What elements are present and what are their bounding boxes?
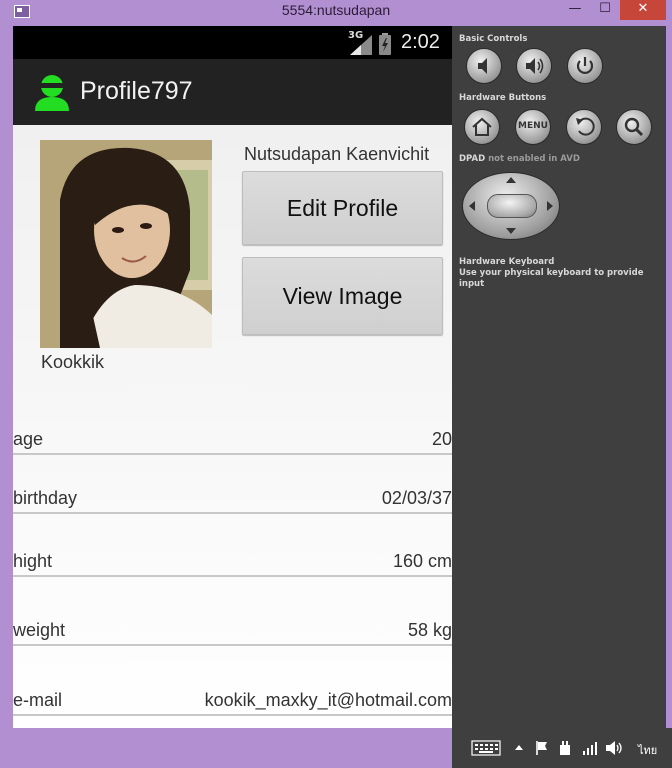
volume-down-button[interactable]	[466, 48, 502, 84]
field-value: 58 kg	[407, 620, 452, 640]
nickname-label: Kookkik	[41, 352, 105, 372]
profile-photo-image	[40, 140, 212, 348]
emulator-controls-panel: Basic Controls Hardware Buttons MENU DPA…	[452, 26, 666, 728]
dpad-note: not enabled in AVD	[488, 154, 580, 164]
field-value: kookik_maxky_it@hotmail.com	[204, 690, 452, 710]
dpad-down-icon	[506, 228, 516, 234]
volume-up-button[interactable]	[516, 48, 552, 84]
dpad-label: DPAD	[459, 154, 486, 164]
menu-button[interactable]: MENU	[515, 109, 551, 145]
field-value: 02/03/37	[381, 488, 452, 508]
field-label: e-mail	[13, 690, 63, 710]
taskbar-strip	[0, 756, 452, 768]
field-row-weight: weight 58 kg	[13, 620, 452, 646]
window-titlebar: 5554:nutsudapan — ☐ ✕	[0, 0, 672, 24]
maximize-button[interactable]: ☐	[590, 0, 620, 20]
speaker-icon[interactable]	[605, 740, 623, 756]
field-row-age: age 20	[13, 429, 452, 455]
hardware-keyboard-info: Hardware Keyboard Use your physical keyb…	[459, 257, 666, 290]
home-button[interactable]	[464, 109, 500, 145]
edit-profile-button[interactable]: Edit Profile	[242, 171, 443, 245]
field-value: 20	[431, 429, 452, 449]
battery-icon	[379, 33, 391, 55]
field-row-birthday: birthday 02/03/37	[13, 488, 452, 514]
hardware-buttons-heading: Hardware Buttons	[459, 93, 547, 103]
minimize-button[interactable]: —	[558, 0, 592, 20]
dpad-up-icon	[506, 177, 516, 183]
power-button[interactable]	[567, 48, 603, 84]
search-icon	[624, 117, 644, 137]
view-image-button[interactable]: View Image	[242, 257, 443, 335]
menu-button-label: MENU	[518, 121, 548, 131]
dpad-left-icon	[469, 201, 475, 211]
status-time: 2:02	[401, 31, 440, 53]
device-screen: 3G 2:02 Profile797 Kookkik Nutsudapan Ka…	[13, 26, 452, 728]
network-icon[interactable]	[582, 740, 598, 756]
window-bottom-frame	[0, 728, 452, 756]
close-button[interactable]: ✕	[620, 0, 666, 20]
power-plug-icon[interactable]	[558, 740, 572, 756]
keyboard-icon[interactable]	[471, 740, 501, 756]
back-icon	[576, 117, 595, 136]
full-name-label: Nutsudapan Kaenvichit	[244, 144, 430, 164]
user-icon	[35, 75, 69, 111]
profile-photo[interactable]	[40, 140, 212, 348]
action-bar: Profile797	[13, 59, 452, 125]
show-hidden-icons-icon[interactable]	[514, 744, 524, 752]
dpad-center-button[interactable]	[487, 194, 537, 218]
dpad-right-icon	[547, 201, 553, 211]
app-title: Profile797	[80, 77, 193, 105]
flag-icon[interactable]	[535, 740, 549, 756]
dpad-heading: DPAD not enabled in AVD	[459, 154, 580, 164]
field-label: age	[13, 429, 44, 449]
status-bar: 3G 2:02	[13, 26, 452, 59]
field-label: birthday	[13, 488, 78, 508]
search-button[interactable]	[616, 109, 652, 145]
back-button[interactable]	[566, 109, 602, 145]
field-row-email: e-mail kookik_maxky_it@hotmail.com	[13, 690, 452, 716]
home-icon	[472, 117, 492, 136]
power-icon	[576, 57, 594, 74]
field-row-height: hight 160 cm	[13, 551, 452, 577]
basic-controls-heading: Basic Controls	[459, 34, 528, 44]
taskbar-tray: ไทย	[452, 728, 672, 768]
field-label: weight	[13, 620, 66, 640]
signal-icon	[350, 35, 372, 55]
input-language-indicator[interactable]: ไทย	[638, 741, 657, 759]
hardware-keyboard-note: Use your physical keyboard to provide in…	[459, 268, 644, 289]
dpad-control[interactable]	[462, 172, 560, 240]
volume-down-icon	[478, 58, 487, 74]
profile-content: Kookkik Nutsudapan Kaenvichit Edit Profi…	[13, 125, 452, 728]
hardware-keyboard-heading: Hardware Keyboard	[459, 257, 555, 267]
volume-up-icon	[526, 58, 544, 74]
field-label: hight	[13, 551, 53, 571]
field-value: 160 cm	[392, 551, 452, 571]
